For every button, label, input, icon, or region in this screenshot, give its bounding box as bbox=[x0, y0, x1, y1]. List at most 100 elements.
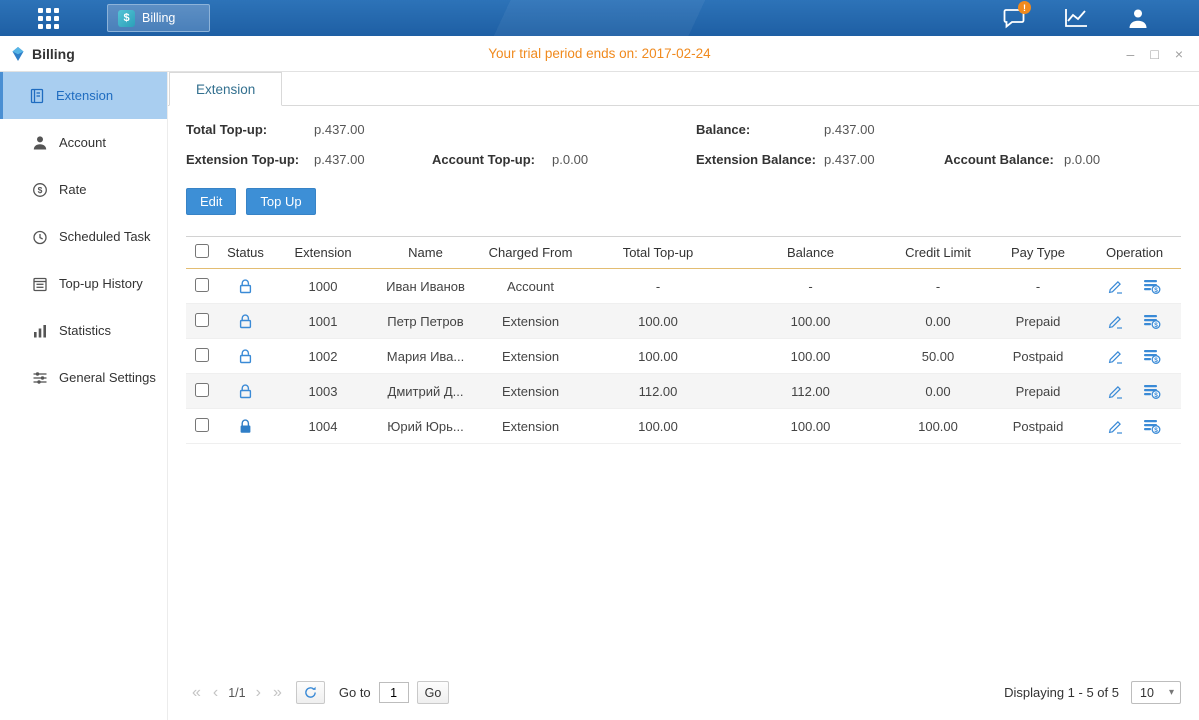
row-checkbox[interactable] bbox=[195, 348, 209, 362]
edit-row-icon[interactable] bbox=[1108, 349, 1123, 364]
sidebar-item-label: Account bbox=[59, 135, 106, 150]
goto-page-input[interactable] bbox=[379, 682, 409, 703]
sidebar-item-label: Rate bbox=[59, 182, 86, 197]
pagination-bar: « ‹ 1/1 › » Go to Go Displaying 1 - 5 of… bbox=[186, 669, 1181, 720]
billing-dollar-icon: $ bbox=[118, 10, 135, 27]
summary-label: Total Top-up: bbox=[186, 122, 314, 137]
total-topup-cell: 100.00 bbox=[583, 339, 733, 374]
topup-row-icon[interactable]: $ bbox=[1143, 313, 1161, 329]
select-all-checkbox[interactable] bbox=[195, 244, 209, 258]
close-button[interactable]: × bbox=[1175, 47, 1183, 61]
window-titlebar: Billing Your trial period ends on: 2017-… bbox=[0, 36, 1199, 72]
name-cell: Иван Иванов bbox=[373, 269, 478, 304]
lock-status-icon[interactable] bbox=[239, 418, 252, 433]
svg-text:$: $ bbox=[38, 185, 43, 195]
extension-cell: 1001 bbox=[273, 304, 373, 339]
column-header-credit-limit[interactable]: Credit Limit bbox=[888, 237, 988, 269]
prev-page-button[interactable]: ‹ bbox=[207, 684, 224, 702]
table-row: 1004 Юрий Юрь... Extension 100.00 100.00… bbox=[186, 409, 1181, 444]
sidebar-item-extension[interactable]: Extension bbox=[0, 72, 167, 119]
tab-extension[interactable]: Extension bbox=[169, 72, 282, 106]
sidebar-item-scheduled-task[interactable]: Scheduled Task bbox=[0, 213, 167, 260]
lock-status-icon[interactable] bbox=[239, 313, 252, 328]
topup-row-icon[interactable]: $ bbox=[1143, 278, 1161, 294]
row-checkbox[interactable] bbox=[195, 313, 209, 327]
sidebar-item-label: Statistics bbox=[59, 323, 111, 338]
displaying-text: Displaying 1 - 5 of 5 bbox=[1004, 685, 1119, 700]
messages-icon[interactable]: ! bbox=[1001, 6, 1027, 30]
column-header-total-topup[interactable]: Total Top-up bbox=[583, 237, 733, 269]
lock-status-icon[interactable] bbox=[239, 348, 252, 363]
pay-type-cell: Postpaid bbox=[988, 339, 1088, 374]
lock-status-icon[interactable] bbox=[239, 383, 252, 398]
column-header-name[interactable]: Name bbox=[373, 237, 478, 269]
statistics-icon bbox=[32, 323, 48, 339]
column-header-balance[interactable]: Balance bbox=[733, 237, 888, 269]
user-account-icon[interactable] bbox=[1125, 6, 1151, 30]
lock-status-icon[interactable] bbox=[239, 278, 252, 293]
credit-limit-cell: 0.00 bbox=[888, 304, 988, 339]
sidebar-item-rate[interactable]: $ Rate bbox=[0, 166, 167, 213]
next-page-button[interactable]: › bbox=[250, 684, 267, 702]
topup-row-icon[interactable]: $ bbox=[1143, 348, 1161, 364]
edit-button[interactable]: Edit bbox=[186, 188, 236, 215]
edit-row-icon[interactable] bbox=[1108, 384, 1123, 399]
svg-text:$: $ bbox=[1154, 287, 1158, 294]
row-checkbox[interactable] bbox=[195, 418, 209, 432]
table-row: 1000 Иван Иванов Account - - - - $ bbox=[186, 269, 1181, 304]
charged-from-cell: Extension bbox=[478, 304, 583, 339]
goto-label: Go to bbox=[339, 685, 371, 700]
top-up-button[interactable]: Top Up bbox=[246, 188, 315, 215]
name-cell: Дмитрий Д... bbox=[373, 374, 478, 409]
action-buttons: Edit Top Up bbox=[186, 188, 1181, 215]
balance-cell: 100.00 bbox=[733, 339, 888, 374]
billing-app-tab-label: Billing bbox=[142, 11, 175, 25]
sidebar-item-label: General Settings bbox=[59, 370, 156, 385]
extension-cell: 1004 bbox=[273, 409, 373, 444]
topup-row-icon[interactable]: $ bbox=[1143, 383, 1161, 399]
summary-label: Account Balance: bbox=[944, 152, 1064, 167]
total-topup-cell: 112.00 bbox=[583, 374, 733, 409]
sidebar-item-topup-history[interactable]: Top-up History bbox=[0, 260, 167, 307]
last-page-button[interactable]: » bbox=[267, 684, 288, 702]
apps-grid-icon[interactable] bbox=[38, 8, 59, 29]
charged-from-cell: Extension bbox=[478, 374, 583, 409]
svg-text:$: $ bbox=[1154, 427, 1158, 434]
account-icon bbox=[32, 135, 48, 151]
sidebar-item-statistics[interactable]: Statistics bbox=[0, 307, 167, 354]
summary-label: Account Top-up: bbox=[432, 152, 552, 167]
topup-row-icon[interactable]: $ bbox=[1143, 418, 1161, 434]
page-size-dropdown[interactable]: 10 ▾ bbox=[1131, 681, 1181, 704]
topbar-right: ! bbox=[1001, 6, 1199, 30]
first-page-button[interactable]: « bbox=[186, 684, 207, 702]
column-header-extension[interactable]: Extension bbox=[273, 237, 373, 269]
refresh-button[interactable] bbox=[296, 681, 325, 704]
row-checkbox[interactable] bbox=[195, 383, 209, 397]
charged-from-cell: Account bbox=[478, 269, 583, 304]
credit-limit-cell: 50.00 bbox=[888, 339, 988, 374]
billing-app-tab[interactable]: $ Billing bbox=[107, 4, 210, 32]
total-topup-cell: 100.00 bbox=[583, 304, 733, 339]
page-indicator: 1/1 bbox=[228, 686, 245, 700]
maximize-button[interactable]: □ bbox=[1150, 47, 1158, 61]
column-header-status[interactable]: Status bbox=[218, 237, 273, 269]
table-row: 1002 Мария Ива... Extension 100.00 100.0… bbox=[186, 339, 1181, 374]
sidebar-item-account[interactable]: Account bbox=[0, 119, 167, 166]
column-header-operation[interactable]: Operation bbox=[1088, 237, 1181, 269]
billing-summary: Total Top-up: p.437.00 Balance: p.437.00… bbox=[186, 122, 1181, 167]
column-header-pay-type[interactable]: Pay Type bbox=[988, 237, 1088, 269]
sidebar-item-general-settings[interactable]: General Settings bbox=[0, 354, 167, 401]
window-title: Billing bbox=[0, 46, 75, 62]
edit-row-icon[interactable] bbox=[1108, 279, 1123, 294]
minimize-button[interactable]: – bbox=[1127, 47, 1135, 61]
edit-row-icon[interactable] bbox=[1108, 314, 1123, 329]
column-header-charged-from[interactable]: Charged From bbox=[478, 237, 583, 269]
sidebar: Extension Account $ Rate Scheduled Task … bbox=[0, 72, 168, 720]
edit-row-icon[interactable] bbox=[1108, 419, 1123, 434]
extension-icon bbox=[29, 88, 45, 104]
pay-type-cell: Prepaid bbox=[988, 374, 1088, 409]
statistics-chart-icon[interactable] bbox=[1063, 6, 1089, 30]
go-button[interactable]: Go bbox=[417, 681, 450, 704]
row-checkbox[interactable] bbox=[195, 278, 209, 292]
summary-label: Extension Balance: bbox=[696, 152, 824, 167]
